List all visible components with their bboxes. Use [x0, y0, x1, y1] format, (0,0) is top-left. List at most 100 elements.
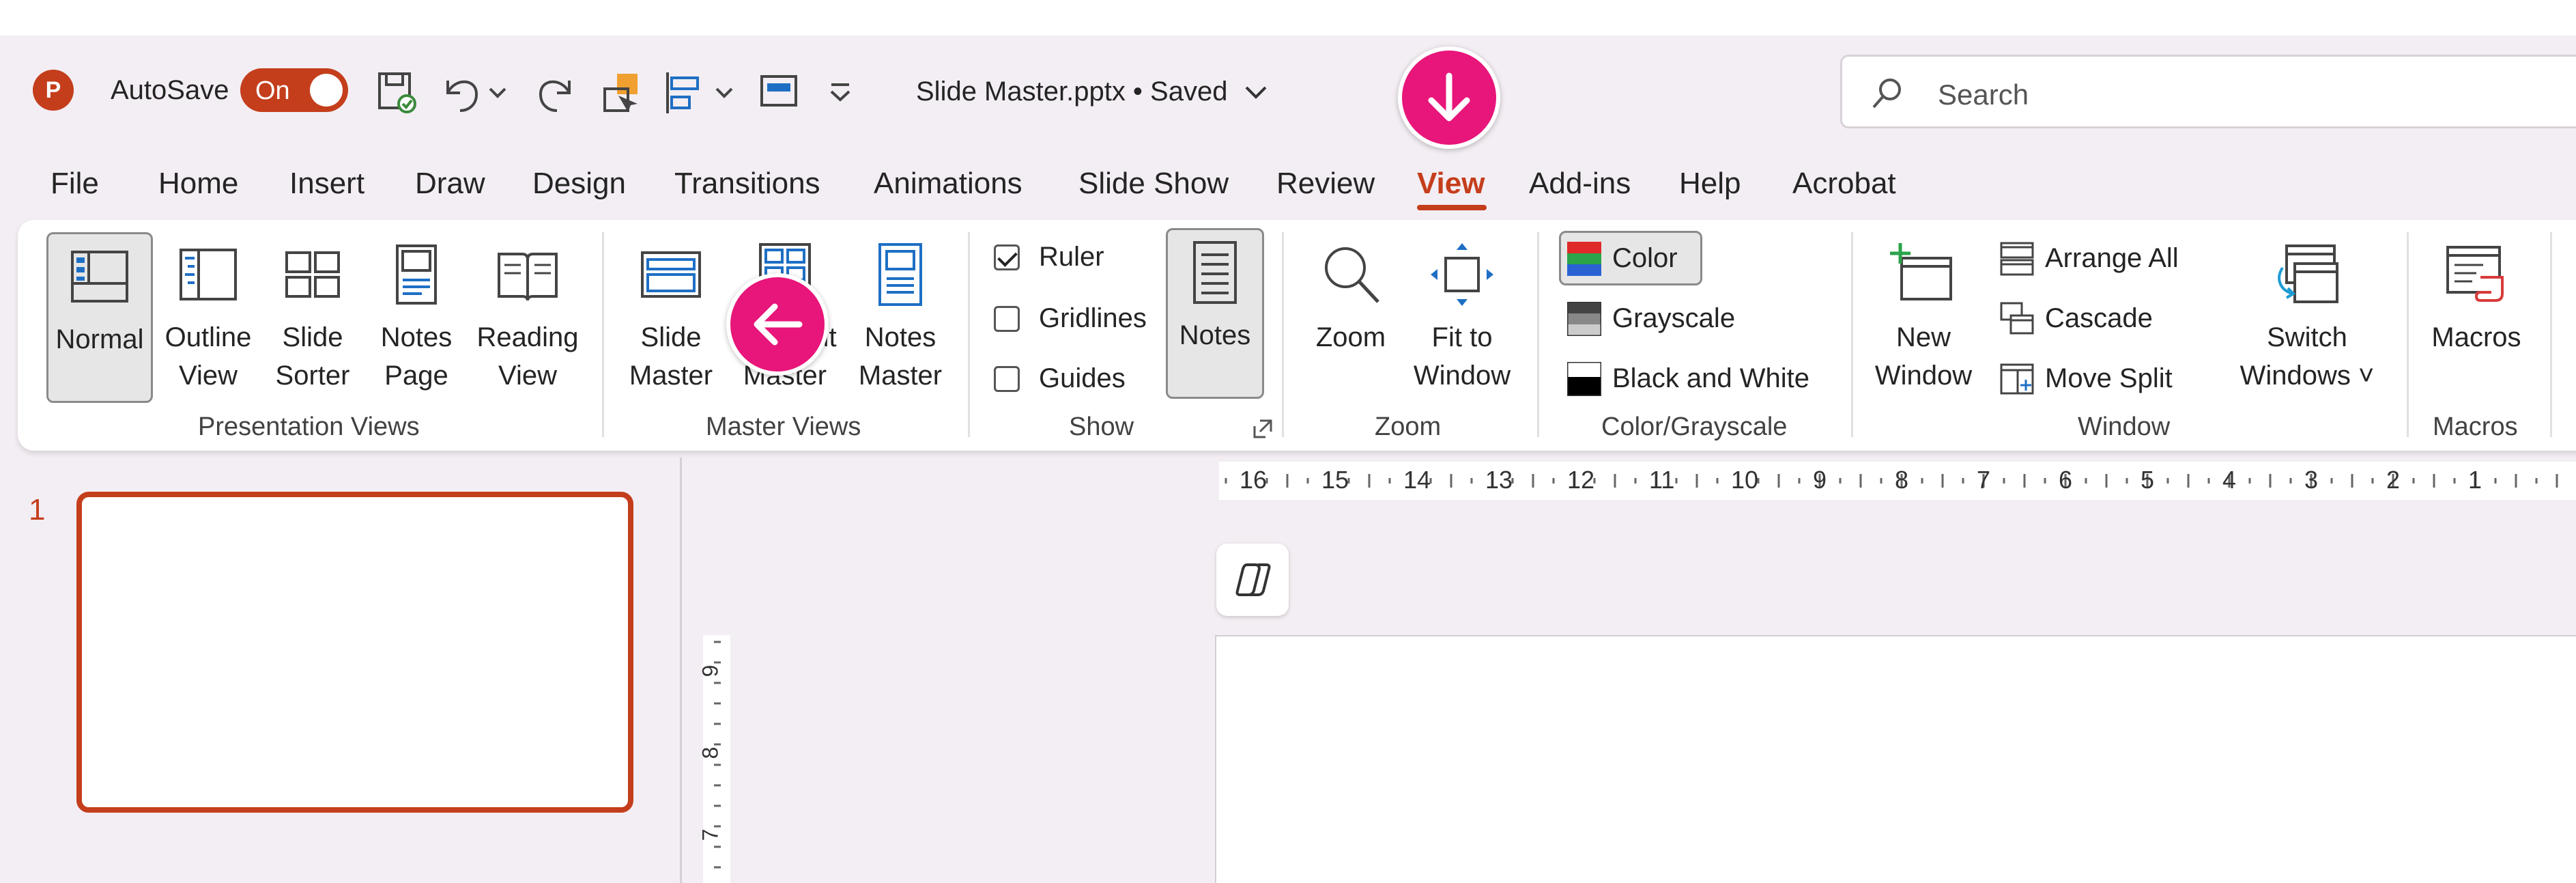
new-window-icon	[1889, 240, 1958, 309]
group-separator	[1851, 232, 1853, 437]
ruler-number: 1	[2468, 466, 2482, 494]
tab-animations[interactable]: Animations	[874, 167, 1022, 201]
autosave-toggle[interactable]: On	[240, 68, 348, 112]
zoom-button[interactable]: Zoom	[1300, 232, 1402, 403]
shape-icon[interactable]	[598, 66, 646, 117]
group-label-macros: Macros	[2433, 412, 2518, 441]
ruler-number: 15	[1321, 466, 1349, 494]
color-button[interactable]: Color	[1567, 234, 1704, 283]
copilot-button[interactable]	[1216, 544, 1289, 616]
grayscale-button[interactable]: Grayscale	[1566, 294, 1827, 343]
notes-master-button[interactable]: Notes Master	[849, 232, 951, 403]
grayscale-label: Grayscale	[1612, 303, 1736, 333]
down-arrow-marker-icon	[1398, 46, 1500, 149]
tab-home[interactable]: Home	[158, 167, 238, 201]
ruler-check-box[interactable]	[994, 244, 1020, 270]
color-label: Color	[1612, 243, 1678, 273]
tab-view[interactable]: View	[1417, 167, 1485, 201]
move-split-icon	[2000, 362, 2034, 396]
black-and-white-label: Black and White	[1612, 363, 1810, 393]
undo-icon[interactable]	[437, 66, 485, 117]
notes-page-label: Notes Page	[380, 322, 453, 391]
slide-thumbnail[interactable]	[76, 492, 633, 813]
document-title[interactable]: Slide Master.pptx • Saved	[916, 76, 1227, 107]
ruler-number: 7	[698, 828, 723, 841]
autosave-label: AutoSave	[111, 75, 229, 105]
switch-windows-button[interactable]: Switch Windows ˅	[2229, 232, 2385, 403]
ruler-number: 9	[1813, 466, 1827, 494]
redo-icon[interactable]	[532, 66, 580, 117]
cascade-button[interactable]: Cascade	[2000, 294, 2232, 343]
copilot-icon	[1235, 563, 1271, 596]
tab-add-ins[interactable]: Add-ins	[1529, 167, 1631, 201]
tab-design[interactable]: Design	[532, 167, 626, 201]
outline-view-label: Outline View	[164, 322, 252, 391]
guides-checkbox[interactable]: Guides	[994, 354, 1171, 403]
powerpoint-logo-icon: P	[33, 70, 74, 111]
tab-slide-show[interactable]: Slide Show	[1078, 167, 1229, 201]
slide-master-button[interactable]: Slide Master	[621, 232, 721, 403]
notes-button[interactable]: Notes	[1166, 228, 1264, 399]
group-separator	[602, 232, 604, 437]
search-placeholder: Search	[1938, 79, 2029, 111]
tab-file[interactable]: File	[51, 167, 99, 201]
reading-view-button[interactable]: Reading View	[472, 232, 583, 403]
group-separator	[2407, 232, 2409, 437]
tab-transitions[interactable]: Transitions	[674, 167, 820, 201]
ruler-checkbox[interactable]: Ruler	[994, 232, 1171, 281]
outline-view-button[interactable]: Outline View	[160, 232, 257, 403]
fit-to-window-button[interactable]: Fit to Window	[1407, 232, 1517, 403]
ruler-number: 11	[1649, 466, 1675, 494]
slide-number: 1	[29, 493, 46, 527]
notes-page-button[interactable]: Notes Page	[369, 232, 464, 403]
black-and-white-button[interactable]: Black and White	[1566, 354, 1827, 403]
group-separator	[968, 232, 970, 437]
normal-view-button[interactable]: Normal	[46, 232, 153, 403]
pane-splitter[interactable]	[680, 458, 682, 883]
autosave-state: On	[255, 76, 290, 105]
slide-canvas[interactable]	[1215, 635, 2576, 883]
ruler-number: 8	[1895, 466, 1909, 494]
ruler-number: 7	[1977, 466, 1991, 494]
arrange-all-button[interactable]: Arrange All	[2000, 234, 2232, 283]
group-label-master-views: Master Views	[706, 412, 861, 441]
show-dialog-launcher-icon[interactable]	[1253, 419, 1272, 438]
slide-sorter-button[interactable]: Slide Sorter	[265, 232, 360, 403]
search-input[interactable]: Search	[1840, 55, 2576, 128]
ruler-number: 9	[698, 664, 723, 677]
tab-draw[interactable]: Draw	[415, 167, 485, 201]
ruler-number: 3	[2304, 466, 2319, 494]
arrange-all-label: Arrange All	[2045, 243, 2179, 273]
notes-icon	[1181, 238, 1249, 307]
tab-help[interactable]: Help	[1679, 167, 1741, 201]
tab-review[interactable]: Review	[1276, 167, 1375, 201]
save-icon[interactable]	[373, 66, 420, 117]
guides-check-box[interactable]	[994, 366, 1020, 392]
undo-dropdown-icon[interactable]	[486, 66, 509, 117]
group-separator	[1537, 232, 1539, 437]
top-strip	[0, 0, 2576, 36]
move-split-button[interactable]: Move Split	[2000, 354, 2232, 403]
align-icon[interactable]	[661, 66, 709, 117]
align-dropdown-icon[interactable]	[713, 66, 736, 117]
ruler-number: 13	[1485, 466, 1513, 494]
slide-layout-icon[interactable]	[755, 66, 803, 117]
group-label-show: Show	[1069, 412, 1134, 441]
outline-view-icon	[174, 240, 242, 309]
tab-insert[interactable]: Insert	[289, 167, 364, 201]
switch-windows-label: Switch Windows ˅	[2239, 322, 2375, 391]
macros-button[interactable]: Macros	[2422, 232, 2531, 403]
new-window-label: New Window	[1874, 322, 1973, 391]
ruler-number: 8	[698, 746, 723, 759]
grayscale-swatch-icon	[1566, 300, 1603, 337]
new-window-button[interactable]: New Window	[1870, 232, 1977, 403]
tab-acrobat[interactable]: Acrobat	[1792, 167, 1896, 201]
color-swatch-icon	[1567, 242, 1601, 276]
notes-master-label: Notes Master	[858, 322, 943, 391]
search-icon	[1870, 76, 1905, 111]
gridlines-check-box[interactable]	[994, 306, 1020, 332]
customize-qat-icon[interactable]	[823, 66, 857, 117]
group-separator	[1282, 232, 1284, 437]
gridlines-checkbox[interactable]: Gridlines	[994, 294, 1171, 343]
chevron-down-icon[interactable]	[1242, 78, 1270, 105]
